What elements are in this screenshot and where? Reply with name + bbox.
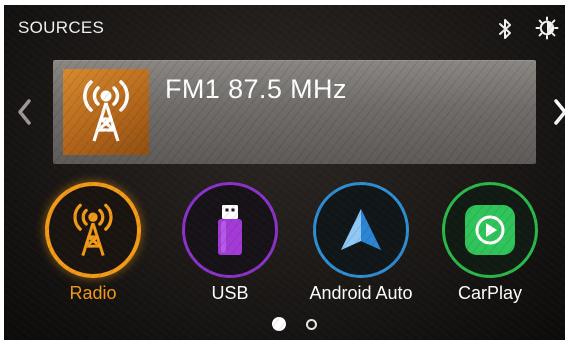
next-arrow-icon[interactable] bbox=[552, 97, 565, 127]
bluetooth-icon[interactable] bbox=[498, 18, 512, 40]
page-title: SOURCES bbox=[18, 18, 105, 37]
source-carplay-button[interactable] bbox=[442, 182, 538, 278]
radio-tower-icon bbox=[83, 80, 129, 142]
sources-screen: SOURCES FM1 87.5 MHz Radio USB Android A… bbox=[4, 5, 565, 340]
carplay-icon bbox=[465, 205, 515, 255]
brightness-icon[interactable] bbox=[535, 16, 559, 40]
page-indicator-1-active[interactable] bbox=[272, 317, 286, 331]
source-label-radio: Radio bbox=[69, 283, 117, 303]
source-usb-button[interactable] bbox=[182, 182, 278, 278]
radio-tower-icon bbox=[73, 203, 113, 257]
usb-drive-icon bbox=[218, 205, 242, 255]
source-radio-button[interactable] bbox=[45, 182, 141, 278]
page-indicator-2[interactable] bbox=[306, 319, 317, 330]
source-label-usb: USB bbox=[211, 283, 249, 303]
station-thumbnail bbox=[63, 69, 149, 155]
source-android-auto-button[interactable] bbox=[313, 182, 409, 278]
now-playing-panel[interactable]: FM1 87.5 MHz bbox=[53, 60, 536, 164]
android-auto-icon bbox=[341, 209, 381, 250]
source-label-android-auto: Android Auto bbox=[309, 283, 413, 303]
source-label-carplay: CarPlay bbox=[457, 283, 523, 303]
previous-arrow-icon[interactable] bbox=[16, 97, 34, 127]
station-frequency: FM1 87.5 MHz bbox=[165, 74, 347, 104]
